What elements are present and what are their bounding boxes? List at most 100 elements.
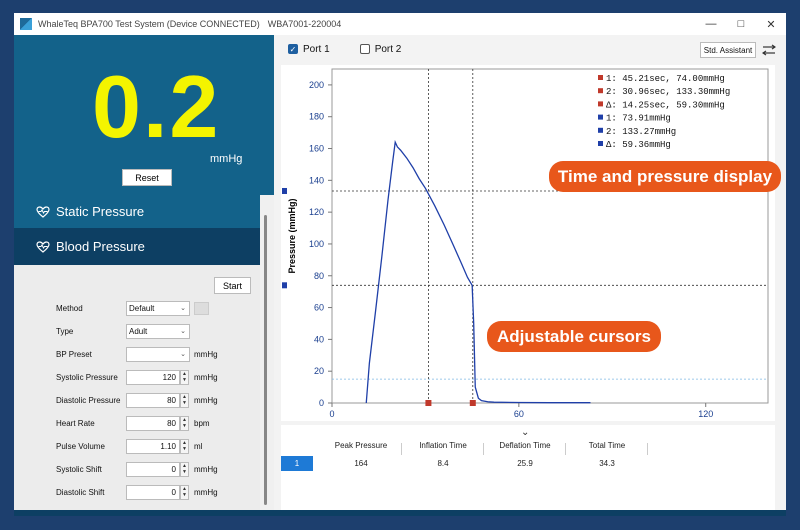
table-row[interactable]: 1 164 8.4 25.9 34.3 xyxy=(281,456,775,471)
cursor-readout-text: 1: 73.91mmHg xyxy=(606,114,671,124)
mode-blood-pressure[interactable]: Blood Pressure xyxy=(14,228,260,265)
header-total-time: Total Time xyxy=(588,441,626,450)
x-tick-label: 60 xyxy=(514,409,524,419)
window-controls: — □ ✕ xyxy=(696,13,786,35)
bp-preset-label: BP Preset xyxy=(56,350,92,359)
header-peak-pressure: Peak Pressure xyxy=(334,441,388,450)
reset-button[interactable]: Reset xyxy=(122,169,172,186)
bp-preset-select[interactable]: ⌄ xyxy=(126,347,190,362)
header-separator xyxy=(565,443,566,455)
type-select[interactable]: Adult ⌄ xyxy=(126,324,190,339)
port2-checkbox[interactable]: Port 2 xyxy=(359,43,402,55)
window-title: WhaleTeq BPA700 Test System (Device CONN… xyxy=(38,19,260,29)
y-tick-label: 180 xyxy=(309,112,324,122)
y-tick-label: 40 xyxy=(314,334,324,344)
pressure-chart[interactable]: 020406080100120140160180200060120Time (s… xyxy=(281,65,775,435)
cursor-readout-text: 2: 30.96sec, 133.30mmHg xyxy=(606,87,730,97)
cursor-readout-marker xyxy=(598,127,603,133)
type-value: Adult xyxy=(129,327,148,336)
systolic-shift-input[interactable]: 0 xyxy=(126,462,180,477)
systolic-stepper[interactable]: ▲ ▼ xyxy=(180,370,189,385)
cursor-readout-text: Δ: 14.25sec, 59.30mmHg xyxy=(606,100,725,110)
app-window: WhaleTeq BPA700 Test System (Device CONN… xyxy=(14,13,786,516)
scrollbar-thumb[interactable] xyxy=(264,215,267,505)
mode-bp-label: Blood Pressure xyxy=(56,239,145,254)
pressure-unit: mmHg xyxy=(210,153,243,165)
y-tick-label: 160 xyxy=(309,144,324,154)
header-separator xyxy=(401,443,402,455)
diastolic-shift-row: Diastolic Shift 0 ▲ ▼ mmHg xyxy=(56,485,256,501)
maximize-icon[interactable]: □ xyxy=(726,13,756,35)
port2-label: Port 2 xyxy=(374,43,402,55)
diastolic-shift-input[interactable]: 0 xyxy=(126,485,180,500)
y-tick-label: 20 xyxy=(314,366,324,376)
settings-sliders-icon[interactable] xyxy=(761,44,777,56)
systolic-shift-stepper[interactable]: ▲ ▼ xyxy=(180,462,189,477)
start-button[interactable]: Start xyxy=(214,277,251,294)
cell-inflation-time: 8.4 xyxy=(437,459,449,468)
diastolic-input[interactable]: 80 xyxy=(126,393,180,408)
diastolic-shift-stepper[interactable]: ▲ ▼ xyxy=(180,485,189,500)
y-tick-label: 200 xyxy=(309,80,324,90)
systolic-label: Systolic Pressure xyxy=(56,373,118,382)
chevron-down-icon[interactable]: ⌄ xyxy=(521,427,529,438)
pressure-display: 0.2 mmHg Reset xyxy=(14,35,274,195)
results-header: Peak Pressure Inflation Time Deflation T… xyxy=(281,441,775,457)
cursor-readout-marker xyxy=(598,101,603,107)
bp-settings-form: Start Method Default ⌄ Type Adult ⌄ BP Pre… xyxy=(14,265,260,516)
systolic-input[interactable]: 120 xyxy=(126,370,180,385)
pulse-volume-stepper[interactable]: ▲ ▼ xyxy=(180,439,189,454)
close-icon[interactable]: ✕ xyxy=(756,13,786,35)
heart-rate-unit: bpm xyxy=(194,419,210,428)
mode-static-pressure[interactable]: Static Pressure xyxy=(14,195,260,228)
pulse-volume-input[interactable]: 1.10 xyxy=(126,439,180,454)
x-tick-label: 0 xyxy=(329,409,334,419)
y-tick-label: 100 xyxy=(309,239,324,249)
y-axis-label: Pressure (mmHg) xyxy=(287,198,297,273)
chevron-down-icon: ⌄ xyxy=(180,351,186,358)
systolic-shift-row: Systolic Shift 0 ▲ ▼ mmHg xyxy=(56,462,256,478)
std-assistant-button[interactable]: Std. Assistant xyxy=(700,42,756,58)
y-tick-label: 120 xyxy=(309,207,324,217)
diastolic-stepper[interactable]: ▲ ▼ xyxy=(180,393,189,408)
bottom-strip xyxy=(14,510,786,516)
heart-rate-stepper[interactable]: ▲ ▼ xyxy=(180,416,189,431)
method-edit-button[interactable] xyxy=(194,302,209,315)
port1-checkbox[interactable]: ✓ Port 1 xyxy=(288,44,330,55)
method-select[interactable]: Default ⌄ xyxy=(126,301,190,316)
heart-pulse-icon xyxy=(36,240,50,253)
minimize-icon[interactable]: — xyxy=(696,13,726,35)
diastolic-unit: mmHg xyxy=(194,396,218,405)
cursor-readout-marker xyxy=(598,75,603,80)
diastolic-shift-unit: mmHg xyxy=(194,488,218,497)
header-inflation-time: Inflation Time xyxy=(419,441,467,450)
callout-cursors: Adjustable cursors xyxy=(487,321,661,352)
method-value: Default xyxy=(129,304,155,313)
cell-total-time: 34.3 xyxy=(599,459,615,468)
cursor-readout-text: 1: 45.21sec, 74.00mmHg xyxy=(606,74,725,84)
diastolic-row: Diastolic Pressure 80 ▲ ▼ mmHg xyxy=(56,393,256,409)
results-table: ⌄ Peak Pressure Inflation Time Deflation… xyxy=(281,425,775,512)
header-separator xyxy=(483,443,484,455)
horizontal-cursor-handle xyxy=(282,187,287,194)
systolic-shift-label: Systolic Shift xyxy=(56,465,102,474)
right-panel: ✓ Port 1 Port 2 Std. Assistant 0 20 40 60 80… xyxy=(274,35,786,516)
chevron-down-icon: ⌄ xyxy=(180,305,186,312)
heart-rate-input[interactable]: 80 xyxy=(126,416,180,431)
cursor-readout-marker xyxy=(598,88,603,94)
left-panel: 0.2 mmHg Reset Static Pressure Blood Pre… xyxy=(14,35,274,516)
left-scrollbar[interactable] xyxy=(260,195,274,516)
type-label: Type xyxy=(56,327,74,336)
app-logo-icon xyxy=(20,18,32,30)
heart-rate-row: Heart Rate 80 ▲ ▼ bpm xyxy=(56,416,256,432)
pressure-chart-svg[interactable]: 020406080100120140160180200060120Time (s… xyxy=(281,65,775,435)
device-serial: WBA7001-220004 xyxy=(267,19,342,29)
heart-rate-label: Heart Rate xyxy=(56,419,95,428)
x-tick-label: 120 xyxy=(698,409,713,419)
systolic-unit: mmHg xyxy=(194,373,218,382)
header-separator xyxy=(647,443,648,455)
checkbox-unchecked-icon xyxy=(359,44,370,54)
bp-preset-unit: mmHg xyxy=(194,350,218,359)
plot-area xyxy=(331,68,769,404)
title-bar: WhaleTeq BPA700 Test System (Device CONN… xyxy=(14,13,786,35)
